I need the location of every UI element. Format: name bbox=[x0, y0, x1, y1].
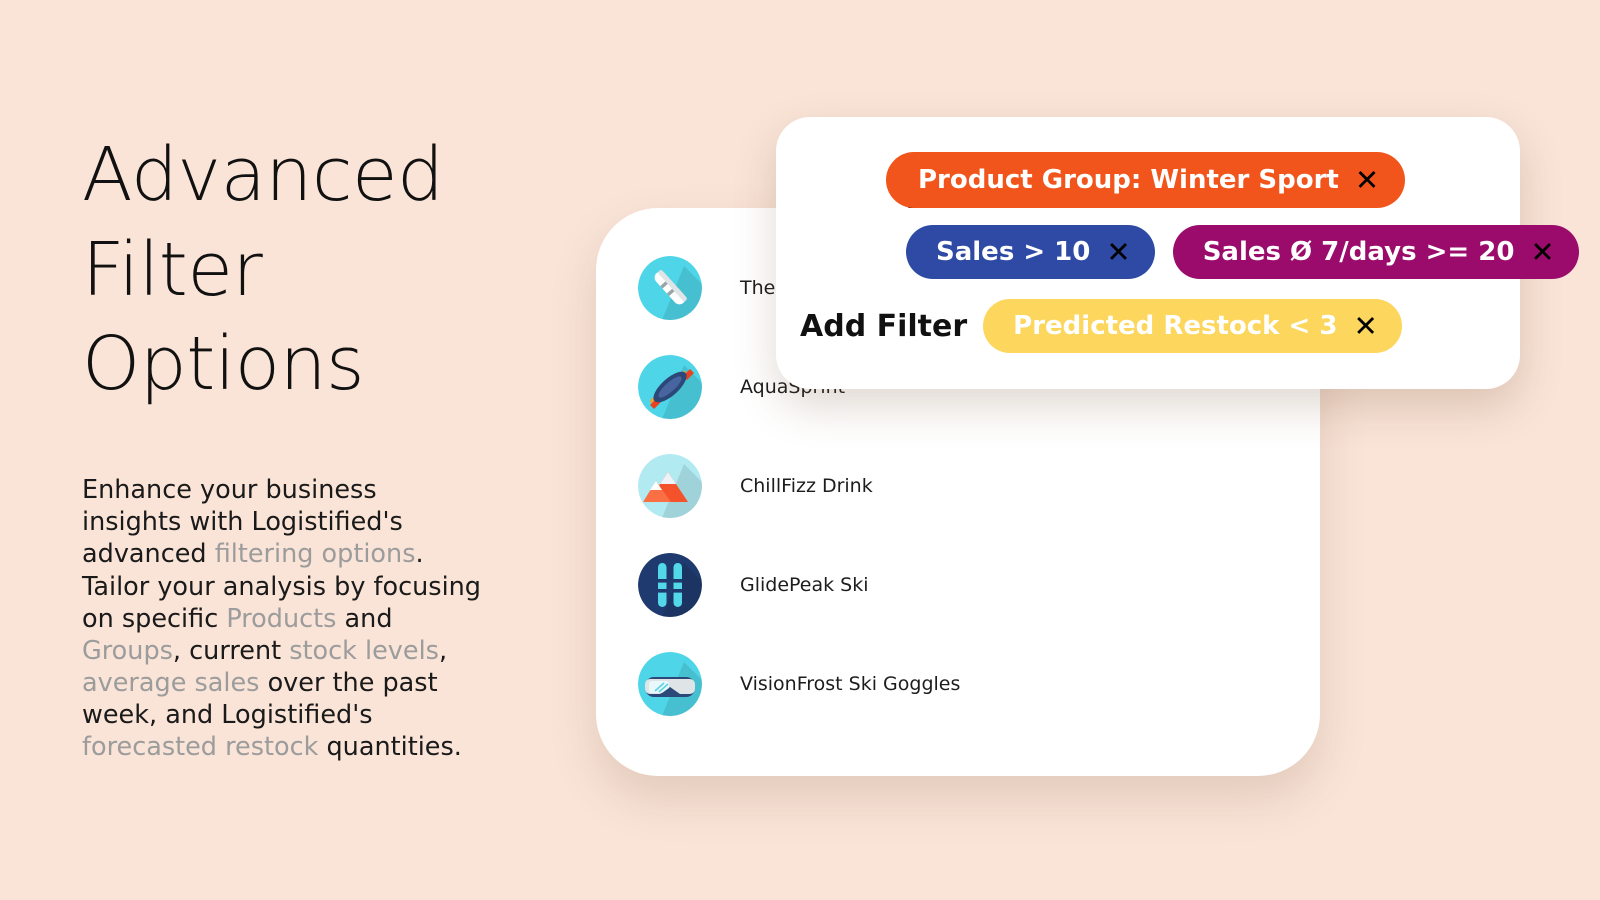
goggles-icon bbox=[638, 651, 702, 716]
kayak-icon bbox=[638, 354, 702, 419]
add-filter-button[interactable]: Add Filter bbox=[800, 309, 967, 344]
product-list-item[interactable]: ChillFizz Drink bbox=[596, 436, 1320, 535]
product-name: VisionFrost Ski Goggles bbox=[740, 672, 961, 695]
hero-description-run-6: , current bbox=[172, 635, 290, 666]
hero-description-run-4: and bbox=[336, 603, 393, 634]
hero-description-run-8: , bbox=[438, 635, 448, 666]
filter-chip-label: Product Group: Winter Sport bbox=[918, 165, 1339, 195]
page-title-line-3: Options bbox=[82, 321, 365, 408]
filter-chip-product-group[interactable]: Product Group: Winter Sport ✕ bbox=[886, 152, 1406, 208]
page-title-line-2: Filter bbox=[82, 226, 263, 313]
close-icon[interactable]: ✕ bbox=[1353, 311, 1377, 341]
filter-chip-row-1: Product Group: Winter Sport ✕ bbox=[886, 152, 1406, 208]
filter-chip-sales[interactable]: Sales > 10 ✕ bbox=[906, 225, 1155, 279]
page-title: Advanced Filter Options bbox=[82, 128, 552, 412]
filter-chip-sales-avg[interactable]: Sales Ø 7/days >= 20 ✕ bbox=[1172, 225, 1579, 279]
hero-description-run-11: forecasted restock bbox=[82, 732, 319, 763]
filter-panel: Product Group: Winter Sport ✕ Sales > 10… bbox=[776, 117, 1579, 389]
mountain-icon bbox=[638, 453, 702, 518]
snowboard-icon bbox=[638, 255, 702, 320]
filter-chip-label: Predicted Restock < 3 bbox=[1013, 311, 1338, 341]
product-list-item[interactable]: GlidePeak Ski bbox=[596, 535, 1320, 634]
hero-description-run-1: filtering options bbox=[214, 539, 416, 570]
filter-chip-row-2: Sales > 10 ✕ Sales Ø 7/days >= 20 ✕ bbox=[906, 225, 1579, 279]
page-title-line-1: Advanced bbox=[82, 132, 444, 218]
product-list-item[interactable]: VisionFrost Ski Goggles bbox=[596, 634, 1320, 733]
hero-description-run-7: stock levels bbox=[289, 635, 439, 666]
filter-chip-label: Sales Ø 7/days >= 20 bbox=[1202, 237, 1515, 267]
product-name: GlidePeak Ski bbox=[740, 573, 869, 596]
skis-icon bbox=[638, 552, 702, 617]
filter-chip-label: Sales > 10 bbox=[936, 237, 1091, 267]
close-icon[interactable]: ✕ bbox=[1530, 237, 1554, 267]
filter-chip-predicted-restock[interactable]: Predicted Restock < 3 ✕ bbox=[983, 299, 1402, 353]
hero-description-run-9: average sales bbox=[82, 667, 260, 698]
filter-chip-row-3: Add Filter Predicted Restock < 3 ✕ bbox=[800, 299, 1402, 353]
product-name: ChillFizz Drink bbox=[740, 474, 873, 497]
hero-description-run-5: Groups bbox=[82, 635, 173, 666]
hero-description: Enhance your business insights with Logi… bbox=[82, 474, 482, 763]
hero-description-run-12: quantities. bbox=[318, 732, 462, 763]
close-icon[interactable]: ✕ bbox=[1106, 237, 1130, 267]
hero-description-run-3: Products bbox=[226, 603, 337, 634]
close-icon[interactable]: ✕ bbox=[1355, 165, 1379, 195]
hero-text-column: Advanced Filter Options Enhance your bus… bbox=[82, 128, 552, 763]
